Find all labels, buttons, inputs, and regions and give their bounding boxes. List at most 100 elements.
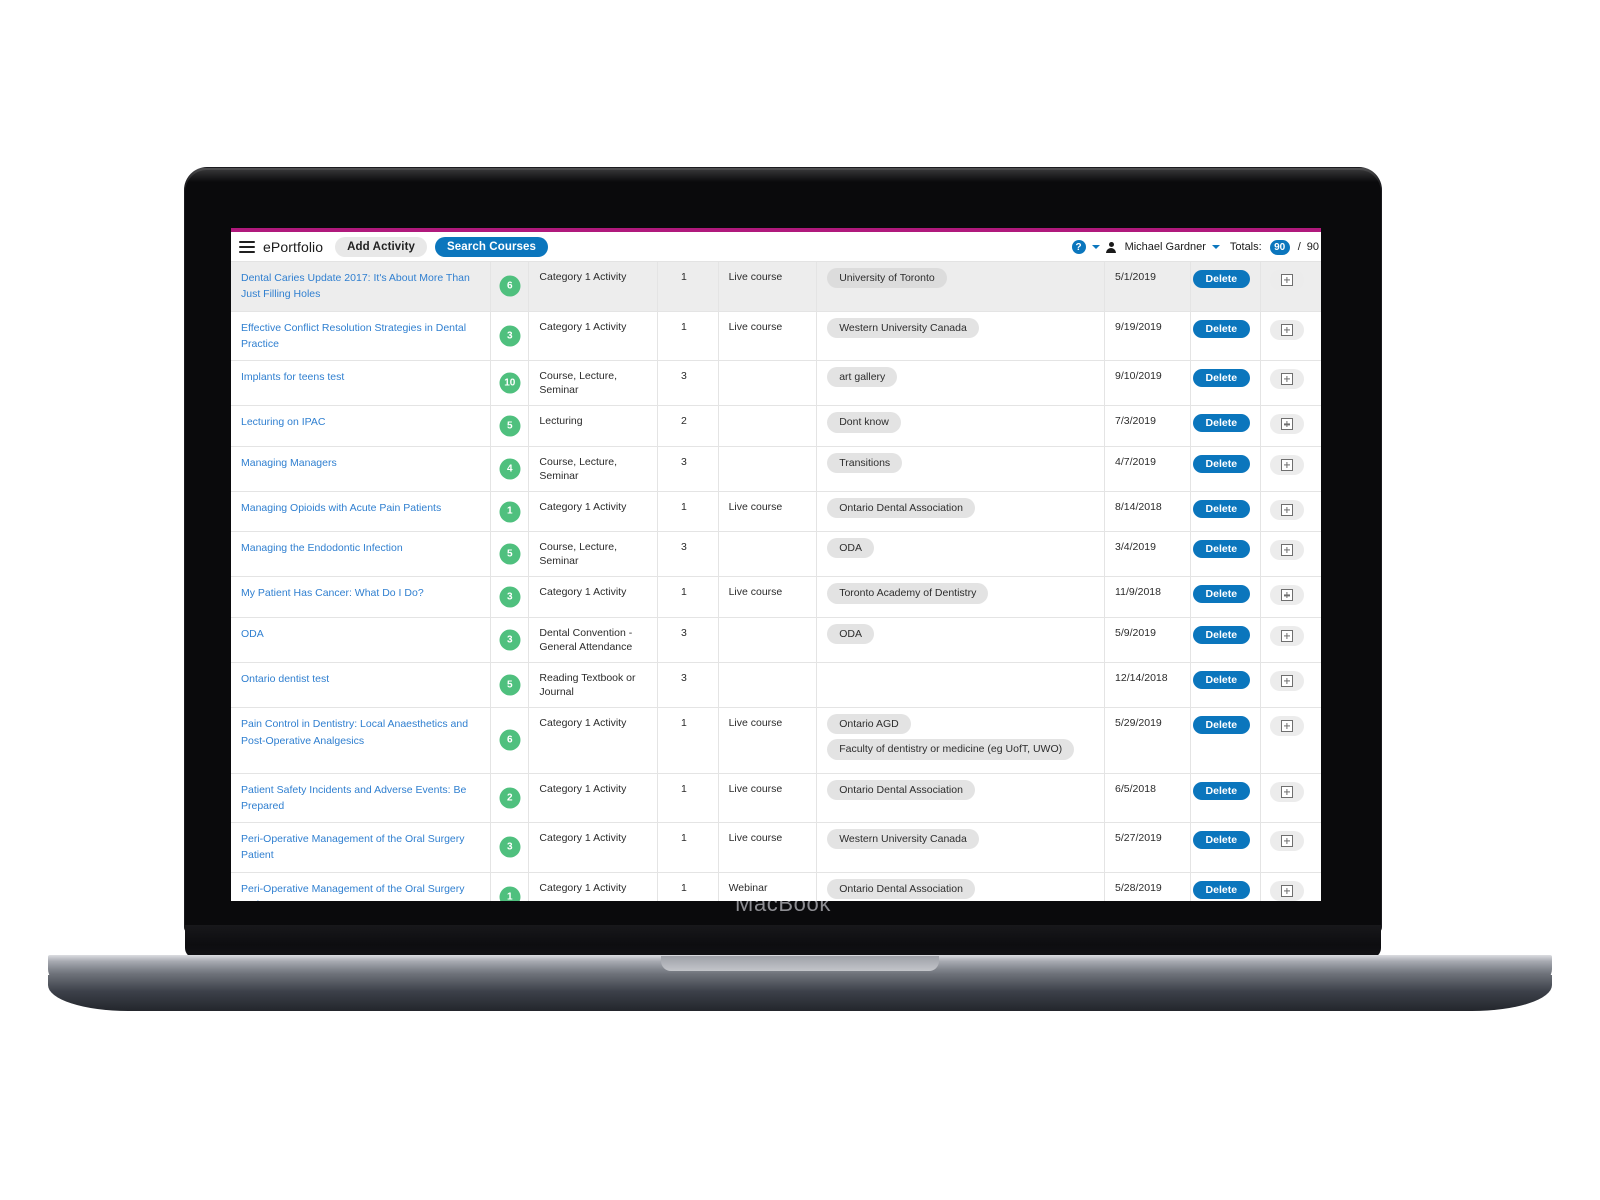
delete-button[interactable]: Delete <box>1192 716 1251 735</box>
cell-format: Live course <box>718 707 818 774</box>
delete-button[interactable]: Delete <box>1192 499 1251 518</box>
cell-add <box>1260 405 1321 447</box>
delete-button[interactable]: Delete <box>1192 319 1251 338</box>
provider-chip: Toronto Academy of Dentistry <box>827 583 989 604</box>
cell-providers: Western University Canada <box>816 822 1106 873</box>
cell-credit-badge: 5 <box>490 531 530 578</box>
credit-badge: 2 <box>499 787 521 809</box>
cell-credits: 3 <box>657 617 719 663</box>
cell-credit-badge: 5 <box>490 405 530 447</box>
delete-button[interactable]: Delete <box>1192 369 1251 388</box>
activity-title-link[interactable]: Peri-Operative Management of the Oral Su… <box>241 881 482 901</box>
hamburger-menu-icon[interactable] <box>239 240 255 253</box>
table-row: Managing Opioids with Acute Pain Patient… <box>231 491 1321 533</box>
cell-title: Ontario dentist test <box>231 662 492 709</box>
plus-icon <box>1281 458 1294 471</box>
add-row-icon[interactable] <box>1270 414 1305 435</box>
add-row-icon[interactable] <box>1270 670 1305 691</box>
activity-date: 5/1/2019 <box>1115 271 1156 283</box>
cell-credits: 1 <box>657 773 719 824</box>
add-row-icon[interactable] <box>1270 540 1305 561</box>
plus-icon <box>1281 418 1294 431</box>
cell-credit-badge: 3 <box>490 311 530 362</box>
cell-providers: University of Toronto <box>816 262 1106 312</box>
plus-icon <box>1281 544 1294 557</box>
delete-button[interactable]: Delete <box>1192 454 1251 473</box>
cell-date: 9/10/2019 <box>1104 360 1191 407</box>
activity-date: 5/9/2019 <box>1115 626 1156 639</box>
add-row-icon[interactable] <box>1270 831 1305 852</box>
activity-title-link[interactable]: Dental Caries Update 2017: It's About Mo… <box>241 270 482 303</box>
activity-title-link[interactable]: Managing the Endodontic Infection <box>241 540 403 556</box>
cell-date: 5/28/2019 <box>1104 872 1191 901</box>
add-row-icon[interactable] <box>1270 319 1305 340</box>
user-name-label[interactable]: Michael Gardner <box>1125 241 1206 253</box>
cell-delete: Delete <box>1190 773 1262 824</box>
add-row-icon[interactable] <box>1270 781 1305 802</box>
user-chevron-down-icon[interactable] <box>1211 245 1220 249</box>
delete-button[interactable]: Delete <box>1192 414 1251 433</box>
cell-providers: Ontario Dental Association <box>816 773 1106 824</box>
cell-add <box>1260 617 1321 663</box>
cell-credits: 1 <box>657 262 719 312</box>
add-row-icon[interactable] <box>1270 585 1305 606</box>
search-courses-button[interactable]: Search Courses <box>435 236 549 257</box>
add-row-icon[interactable] <box>1270 499 1305 520</box>
cell-add <box>1260 576 1321 618</box>
delete-button[interactable]: Delete <box>1192 880 1251 899</box>
cell-credits: 3 <box>657 662 719 709</box>
cell-providers: Dont know <box>816 405 1106 447</box>
delete-button[interactable]: Delete <box>1192 270 1251 288</box>
activity-title-link[interactable]: Ontario dentist test <box>241 671 329 687</box>
add-activity-button[interactable]: Add Activity <box>335 236 428 257</box>
cell-delete: Delete <box>1190 576 1262 618</box>
delete-button[interactable]: Delete <box>1192 831 1251 850</box>
cell-date: 5/27/2019 <box>1104 822 1191 873</box>
activity-title-link[interactable]: Managing Opioids with Acute Pain Patient… <box>241 500 441 516</box>
table-row: Peri-Operative Management of the Oral Su… <box>231 872 1321 901</box>
help-chevron-down-icon[interactable] <box>1091 245 1100 249</box>
add-row-icon[interactable] <box>1270 454 1305 475</box>
activity-title-link[interactable]: Peri-Operative Management of the Oral Su… <box>241 831 482 864</box>
activity-title-link[interactable]: My Patient Has Cancer: What Do I Do? <box>241 585 424 601</box>
plus-icon <box>1281 373 1294 386</box>
cell-format: Live course <box>718 311 818 362</box>
delete-button[interactable]: Delete <box>1192 781 1251 800</box>
activity-title-link[interactable]: Patient Safety Incidents and Adverse Eve… <box>241 782 482 815</box>
help-icon[interactable]: ? <box>1071 240 1086 254</box>
credit-badge: 3 <box>499 836 521 858</box>
cell-title: Dental Caries Update 2017: It's About Mo… <box>231 262 492 312</box>
add-row-icon[interactable] <box>1270 625 1305 646</box>
cell-activity-type: Category 1 Activity <box>528 311 659 362</box>
activity-title-link[interactable]: Lecturing on IPAC <box>241 414 325 430</box>
cell-providers: art gallery <box>816 360 1106 407</box>
activity-title-link[interactable]: Effective Conflict Resolution Strategies… <box>241 320 482 353</box>
activities-table-body: Dental Caries Update 2017: It's About Mo… <box>231 262 1321 901</box>
cell-credit-badge: 6 <box>490 262 530 312</box>
activity-title-link[interactable]: Managing Managers <box>241 455 337 471</box>
provider-chip: Transitions <box>827 452 903 473</box>
add-row-icon[interactable] <box>1270 270 1305 290</box>
add-row-icon[interactable] <box>1270 716 1305 737</box>
app-logo[interactable]: ePortfolio <box>263 239 323 255</box>
add-row-icon[interactable] <box>1270 880 1305 901</box>
activity-date: 3/4/2019 <box>1115 541 1156 554</box>
cell-delete: Delete <box>1190 662 1262 709</box>
delete-button[interactable]: Delete <box>1192 670 1251 689</box>
cell-activity-type: Course, Lecture, Seminar <box>528 446 659 492</box>
activity-title-link[interactable]: ODA <box>241 626 264 642</box>
activity-title-link[interactable]: Pain Control in Dentistry: Local Anaesth… <box>241 716 482 749</box>
activity-title-link[interactable]: Implants for teens test <box>241 369 344 385</box>
delete-button[interactable]: Delete <box>1192 540 1251 559</box>
provider-chip: Ontario Dental Association <box>827 878 975 899</box>
cell-title: Managing Opioids with Acute Pain Patient… <box>231 491 492 533</box>
add-row-icon[interactable] <box>1270 369 1305 390</box>
activity-date: 7/3/2019 <box>1115 415 1156 428</box>
cell-title: Effective Conflict Resolution Strategies… <box>231 311 492 362</box>
activities-table-scroll[interactable]: Dental Caries Update 2017: It's About Mo… <box>231 262 1321 901</box>
cell-title: Lecturing on IPAC <box>231 405 492 447</box>
cell-delete: Delete <box>1190 707 1262 774</box>
delete-button[interactable]: Delete <box>1192 585 1251 604</box>
plus-icon <box>1281 785 1294 798</box>
delete-button[interactable]: Delete <box>1192 625 1251 644</box>
